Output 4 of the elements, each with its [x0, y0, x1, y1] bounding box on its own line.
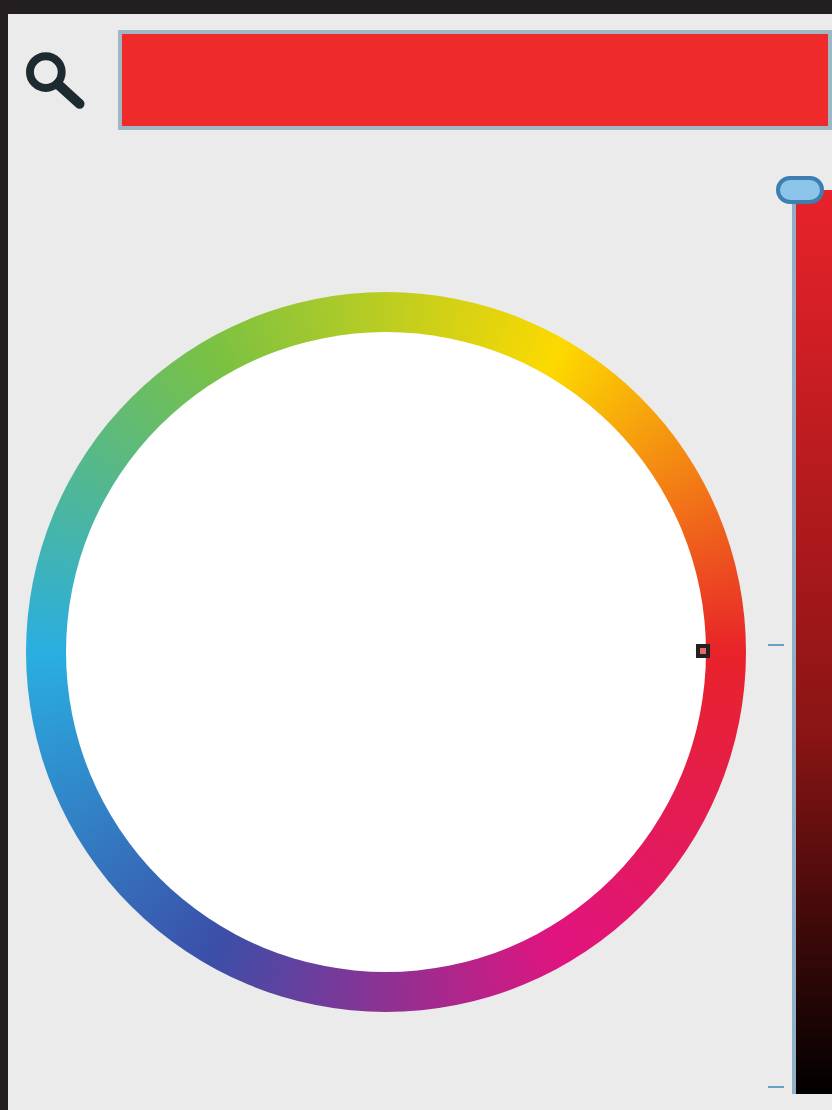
slider-thumb[interactable] [776, 176, 824, 204]
search-icon [24, 50, 88, 110]
hue-marker[interactable] [696, 644, 710, 658]
value-slider-track[interactable] [792, 190, 832, 1094]
